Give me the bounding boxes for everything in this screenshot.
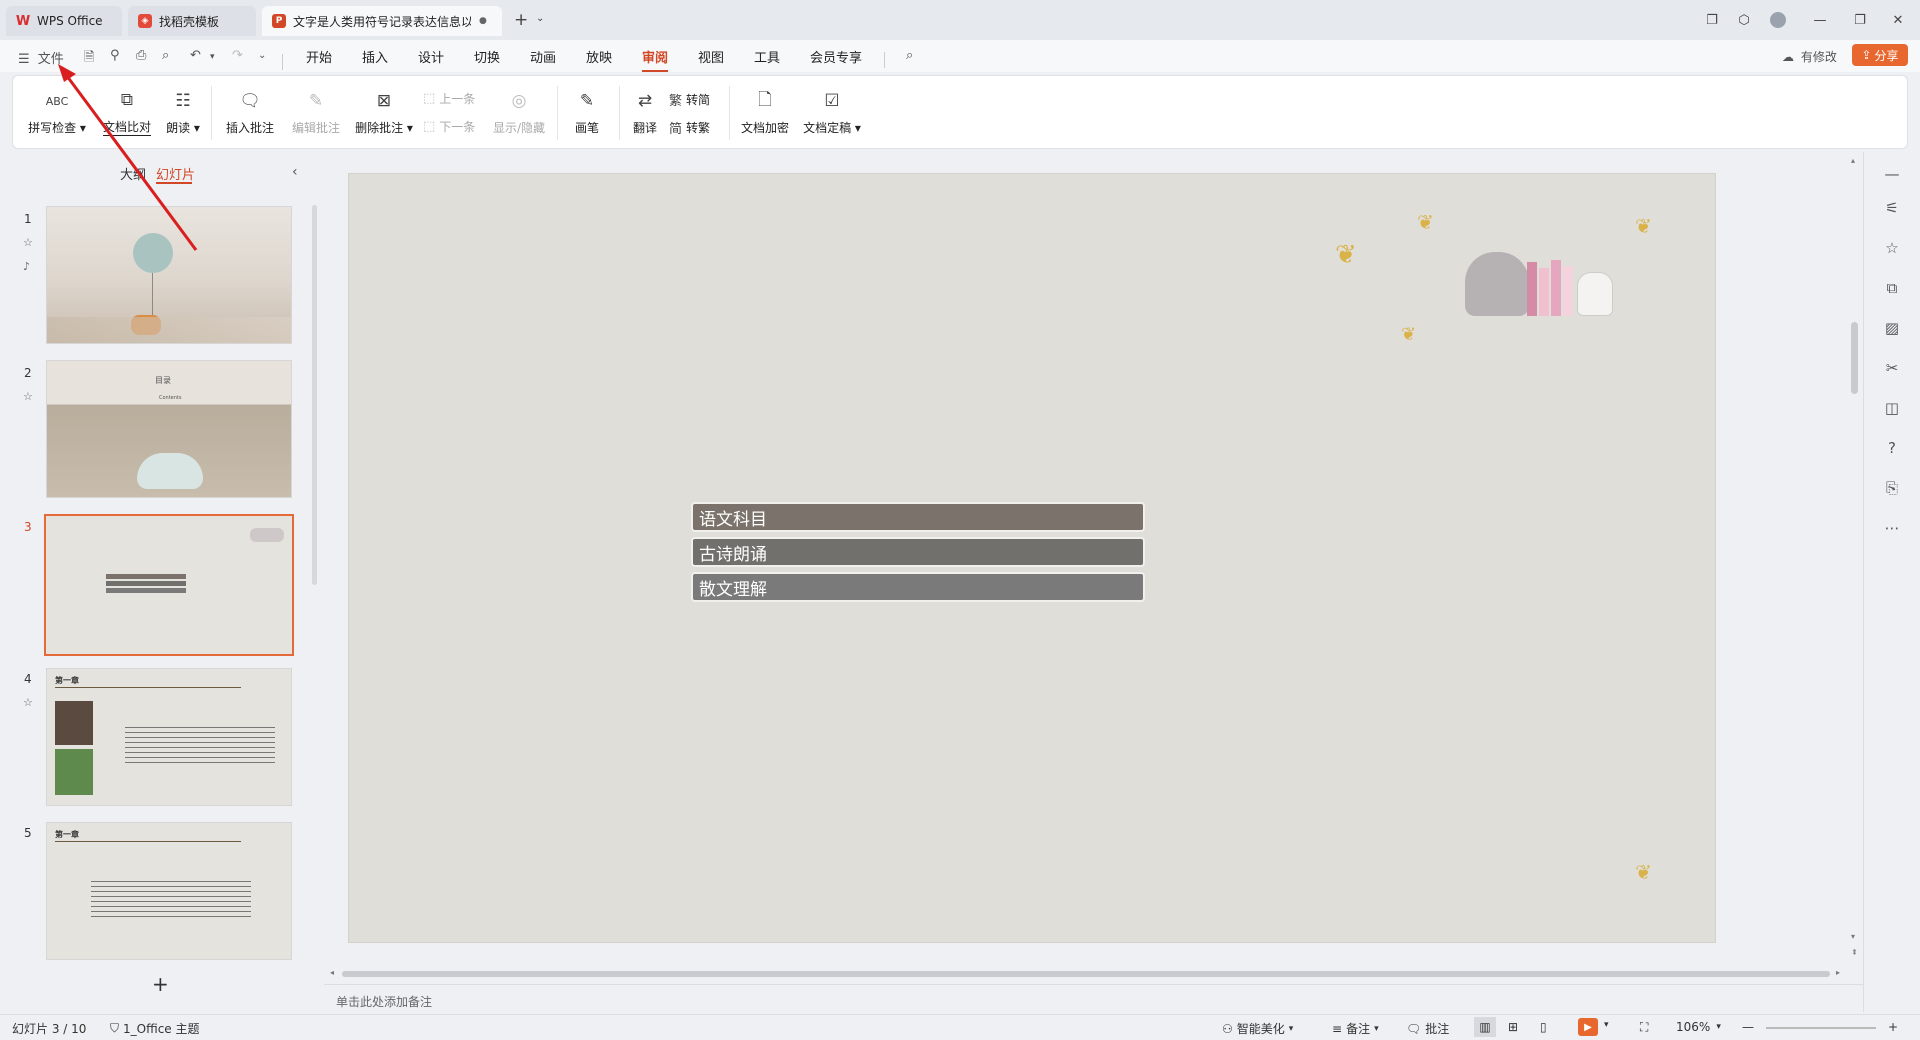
annotation-arrow xyxy=(58,64,198,251)
